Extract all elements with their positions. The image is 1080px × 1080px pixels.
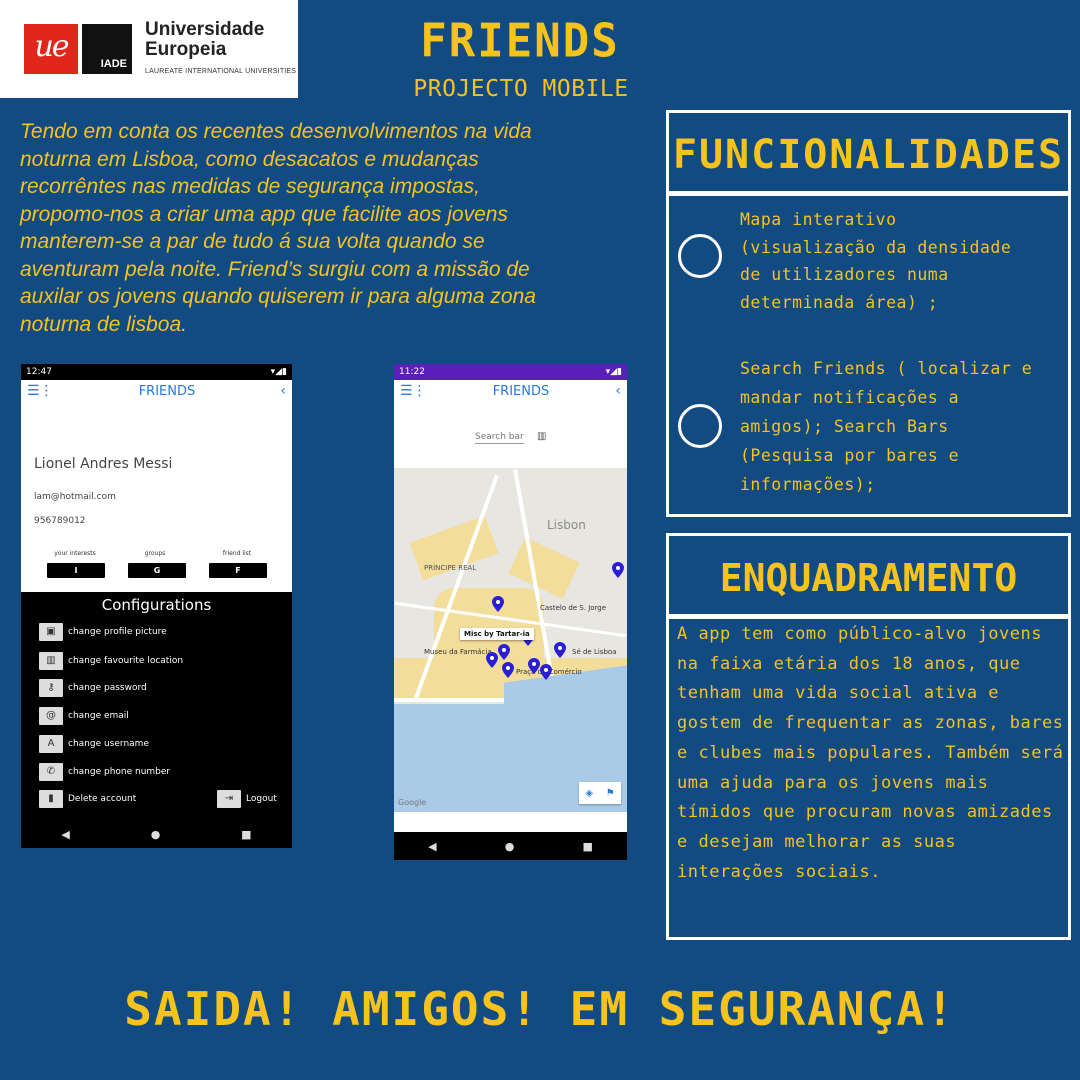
app-title: FRIENDS	[138, 383, 196, 399]
slogan: SAIDA! AMIGOS! EM SEGURANÇA!	[124, 982, 956, 1036]
key-icon: ⚷	[39, 679, 63, 697]
map-label-se: Sé de Lisboa	[572, 648, 617, 656]
profile-name: Lionel Andres Messi	[34, 456, 173, 472]
status-time: 11:22	[399, 367, 425, 377]
map-city-label: Lisbon	[547, 518, 586, 532]
app-title: FRIENDS	[492, 383, 550, 399]
back-nav-icon[interactable]: ◀	[428, 840, 436, 853]
enquadramento-text: A app tem como público-alvo jovens na fa…	[677, 624, 1064, 882]
battery-icon: ▾◢▮	[270, 367, 287, 377]
phone-icon: ✆	[39, 763, 63, 781]
map-pin-icon[interactable]	[498, 644, 510, 660]
map-pin-icon[interactable]	[554, 642, 566, 658]
friend-list-button[interactable]: F	[209, 563, 267, 578]
map-label-principe-real: PRÍNCIPE REAL	[424, 564, 477, 572]
image-icon: ▣	[39, 623, 63, 641]
configurations-title: Configurations	[101, 596, 212, 614]
config-item-label: change email	[68, 711, 129, 721]
profile-phone: 956789012	[34, 516, 86, 526]
home-nav-icon[interactable]: ●	[505, 840, 515, 853]
map-label-castelo: Castelo de S. Jorge	[540, 604, 607, 612]
android-nav-bar: ◀ ● ■	[21, 820, 292, 848]
back-icon[interactable]: ‹	[280, 383, 286, 399]
tab-label-friends: friend list	[222, 550, 252, 557]
university-name: Universidade Europeia	[145, 20, 264, 60]
config-item-label: change username	[68, 739, 149, 749]
config-item-label: change favourite location	[68, 656, 184, 666]
at-icon: @	[39, 707, 63, 725]
map-controls: ◈ ⚑	[579, 782, 621, 804]
google-watermark: Google	[398, 798, 427, 807]
delete-account-button[interactable]: ▮ Delete account	[39, 789, 136, 809]
status-bar: 11:22 ▾◢▮	[394, 364, 627, 380]
enquadramento-heading: ENQUADRAMENTO	[719, 556, 1018, 600]
back-icon[interactable]: ‹	[615, 383, 621, 399]
funcionalidades-heading: FUNCIONALIDADES	[672, 132, 1065, 178]
logout-label: Logout	[246, 794, 277, 804]
map-label-museu: Museu da Farmácia	[424, 648, 492, 656]
back-nav-icon[interactable]: ◀	[61, 828, 69, 841]
battery-icon: ▾◢▮	[605, 367, 622, 377]
feature-map: Mapa interativo (visualização da densida…	[740, 210, 1012, 312]
map-pin-icon[interactable]	[502, 662, 514, 678]
map-pin-icon[interactable]	[528, 658, 540, 674]
bullet-circle-icon	[678, 234, 722, 278]
status-bar: 12:47 ▾◢▮	[21, 364, 292, 380]
directions-icon[interactable]: ◈	[585, 788, 593, 799]
config-item-label: change profile picture	[68, 627, 167, 637]
poster-title: FRIENDS	[420, 14, 620, 69]
map-pin-icon[interactable]	[612, 562, 624, 578]
config-item-favourite-location[interactable]: ▥ change favourite location	[39, 651, 183, 671]
poster-subtitle: PROJECTO MOBILE	[413, 76, 629, 102]
map-tooltip: Misc by Tartar-ia	[460, 628, 534, 640]
groups-button[interactable]: G	[128, 563, 186, 578]
map-pin-icon[interactable]	[492, 596, 504, 612]
university-tagline: LAUREATE INTERNATIONAL UNIVERSITIES	[145, 68, 297, 75]
logout-icon: ⇥	[217, 790, 241, 808]
map-icon: ▥	[39, 652, 63, 670]
tab-label-groups: groups	[144, 550, 166, 557]
config-item-phone-number[interactable]: ✆ change phone number	[39, 762, 170, 782]
config-item-label: Delete account	[68, 794, 137, 804]
app-bar: ☰⋮ FRIENDS ‹	[394, 380, 627, 402]
config-item-label: change phone number	[68, 767, 171, 777]
tab-label-interests: your interests	[54, 550, 96, 557]
android-nav-bar: ◀ ● ■	[394, 832, 627, 860]
map-pin-icon[interactable]	[486, 652, 498, 668]
map-toggle-icon[interactable]: ▥	[537, 431, 546, 442]
funcionalidades-header: FUNCIONALIDADES	[666, 110, 1071, 194]
config-item-email[interactable]: @ change email	[39, 706, 129, 726]
iade-logo-mark: IADE	[82, 24, 132, 74]
profile-screenshot: 12:47 ▾◢▮ ☰⋮ FRIENDS ‹ Lionel Andres Mes…	[21, 364, 292, 848]
config-item-password[interactable]: ⚷ change password	[39, 678, 147, 698]
search-bar[interactable]: Search bar	[475, 432, 524, 444]
ue-logo-mark: ue	[24, 24, 78, 74]
recents-nav-icon[interactable]: ■	[241, 828, 251, 841]
status-time: 12:47	[26, 367, 52, 377]
configurations-panel: Configurations ▣ change profile picture …	[21, 592, 292, 848]
menu-icon[interactable]: ☰⋮	[400, 383, 427, 399]
enquadramento-header: ENQUADRAMENTO	[666, 533, 1071, 617]
config-item-label: change password	[68, 683, 147, 693]
text-icon: A	[39, 735, 63, 753]
open-maps-icon[interactable]: ⚑	[606, 788, 615, 799]
config-item-username[interactable]: A change username	[39, 734, 149, 754]
university-name-line1: Universidade	[145, 19, 265, 40]
config-item-profile-picture[interactable]: ▣ change profile picture	[39, 622, 167, 642]
map-screenshot: 11:22 ▾◢▮ ☰⋮ FRIENDS ‹ Search bar ▥ Lisb…	[394, 364, 627, 860]
map-pin-icon[interactable]	[540, 664, 552, 680]
bullet-circle-icon	[678, 404, 722, 448]
home-nav-icon[interactable]: ●	[151, 828, 161, 841]
university-name-line2: Europeia	[145, 39, 227, 60]
profile-email: lam@hotmail.com	[34, 492, 116, 502]
app-bar: ☰⋮ FRIENDS ‹	[21, 380, 292, 402]
recents-nav-icon[interactable]: ■	[583, 840, 593, 853]
menu-icon[interactable]: ☰⋮	[27, 383, 54, 399]
intro-paragraph: Tendo em conta os recentes desenvolvimen…	[20, 120, 536, 336]
interests-button[interactable]: I	[47, 563, 105, 578]
trash-icon: ▮	[39, 790, 63, 808]
logout-button[interactable]: ⇥ Logout	[217, 790, 277, 808]
feature-search: Search Friends ( localizar e mandar noti…	[740, 359, 1033, 494]
city-map[interactable]: Lisbon PRÍNCIPE REAL Castelo de S. Jorge…	[394, 468, 627, 812]
